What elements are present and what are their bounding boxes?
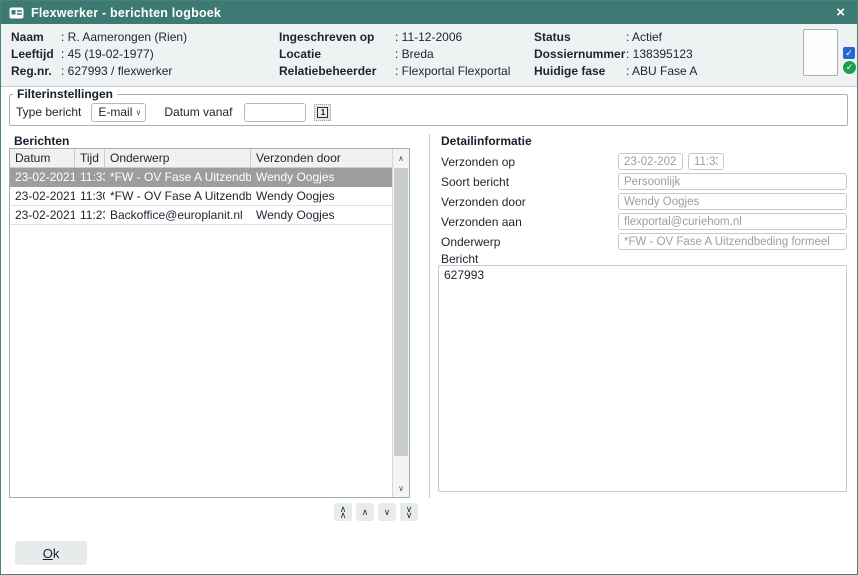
cell-tijd: 11:30	[75, 187, 105, 205]
locatie-label: Locatie	[279, 47, 395, 61]
verzonden-door-label: Verzonden door	[441, 195, 526, 209]
naam-label: Naam	[11, 30, 61, 44]
bericht-textarea[interactable]: 627993	[438, 265, 847, 492]
filter-row: Type bericht E-mail ∨ Datum vanaf 1	[10, 101, 847, 123]
close-icon[interactable]: ×	[832, 1, 849, 24]
cell-onderwerp: *FW - OV Fase A Uitzendb...	[105, 168, 251, 186]
filter-fieldset: Filterinstellingen Type bericht E-mail ∨…	[9, 87, 848, 126]
column-header-tijd[interactable]: Tijd	[75, 149, 105, 167]
titlebar: Flexwerker - berichten logboek ×	[1, 1, 857, 24]
double-chevron-up-icon: ∧	[340, 512, 347, 518]
chevron-down-icon: ∨	[136, 108, 142, 117]
cell-datum: 23-02-2021	[10, 187, 75, 205]
cell-datum: 23-02-2021	[10, 206, 75, 224]
checked-checkbox[interactable]: ✓	[843, 47, 855, 59]
cell-tijd: 11:33	[75, 168, 105, 186]
scrollbar-thumb[interactable]	[394, 168, 408, 456]
verzonden-op-label: Verzonden op	[441, 155, 515, 169]
calendar-picker-button[interactable]: 1	[314, 104, 331, 121]
table-row[interactable]: 23-02-2021 11:33 *FW - OV Fase A Uitzend…	[10, 168, 409, 187]
ingeschreven-value: : 11-12-2006	[395, 30, 462, 44]
cell-verzonden-door: Wendy Oogjes	[251, 168, 409, 186]
nav-first-button[interactable]: ∧ ∧	[334, 503, 352, 521]
cell-verzonden-door: Wendy Oogjes	[251, 187, 409, 205]
record-navigation: ∧ ∧ ∧ ∨ ∨ ∨	[334, 503, 418, 521]
dossiernummer-value: : 138395123	[626, 47, 693, 61]
datum-vanaf-label: Datum vanaf	[164, 105, 232, 119]
nav-previous-button[interactable]: ∧	[356, 503, 374, 521]
verzonden-aan-label: Verzonden aan	[441, 215, 522, 229]
cell-onderwerp: *FW - OV Fase A Uitzendb...	[105, 187, 251, 205]
type-bericht-select[interactable]: E-mail ∨	[91, 103, 146, 122]
window-title: Flexwerker - berichten logboek	[31, 6, 221, 20]
soort-bericht-label: Soort bericht	[441, 175, 509, 189]
leeftijd-label: Leeftijd	[11, 47, 61, 61]
nav-last-button[interactable]: ∨ ∨	[400, 503, 418, 521]
berichten-table: Datum Tijd Onderwerp Verzonden door 23-0…	[9, 148, 410, 498]
dossiernummer-label: Dossiernummer	[534, 47, 626, 61]
table-row[interactable]: 23-02-2021 11:23 Backoffice@europlanit.n…	[10, 206, 409, 225]
filter-legend: Filterinstellingen	[13, 87, 117, 101]
vertical-scrollbar[interactable]: ∧ ∨	[392, 149, 409, 497]
panel-divider	[429, 134, 430, 498]
calendar-icon: 1	[317, 107, 328, 118]
ok-accesskey: O	[43, 546, 53, 561]
header-column-3: Status: Actief Dossiernummer: 138395123 …	[534, 30, 697, 81]
type-bericht-label: Type bericht	[16, 105, 81, 119]
column-header-verzonden-door[interactable]: Verzonden door	[251, 149, 409, 167]
double-chevron-down-icon: ∨	[406, 512, 413, 518]
regnr-label: Reg.nr.	[11, 64, 61, 78]
header-column-2: Ingeschreven op: 11-12-2006 Locatie: Bre…	[279, 30, 510, 81]
verzonden-door-input[interactable]	[618, 193, 847, 210]
cell-verzonden-door: Wendy Oogjes	[251, 206, 409, 224]
ok-button[interactable]: Ok	[15, 541, 87, 565]
column-header-datum[interactable]: Datum	[10, 149, 75, 167]
id-card-icon	[9, 7, 24, 19]
table-header: Datum Tijd Onderwerp Verzonden door	[10, 149, 409, 168]
naam-value: : R. Aamerongen (Rien)	[61, 30, 187, 44]
ok-rest: k	[53, 546, 60, 561]
datum-vanaf-input[interactable]	[244, 103, 306, 122]
chevron-down-icon: ∨	[384, 509, 391, 515]
cell-tijd: 11:23	[75, 206, 105, 224]
onderwerp-input[interactable]	[618, 233, 847, 250]
verzonden-op-date-input[interactable]	[618, 153, 683, 170]
verzonden-aan-input[interactable]	[618, 213, 847, 230]
berichten-title: Berichten	[14, 134, 69, 148]
chevron-up-icon: ∧	[362, 509, 369, 515]
detail-title: Detailinformatie	[441, 134, 532, 148]
scroll-down-icon[interactable]: ∨	[393, 479, 409, 497]
header-column-1: Naam: R. Aamerongen (Rien) Leeftijd: 45 …	[11, 30, 187, 81]
cell-onderwerp: Backoffice@europlanit.nl	[105, 206, 251, 224]
relatiebeheerder-label: Relatiebeheerder	[279, 64, 395, 78]
photo-placeholder	[803, 29, 838, 76]
ingeschreven-label: Ingeschreven op	[279, 30, 395, 44]
verzonden-op-time-input[interactable]	[688, 153, 724, 170]
type-bericht-selected-value: E-mail	[98, 105, 132, 119]
table-row[interactable]: 23-02-2021 11:30 *FW - OV Fase A Uitzend…	[10, 187, 409, 206]
cell-datum: 23-02-2021	[10, 168, 75, 186]
soort-bericht-input[interactable]	[618, 173, 847, 190]
locatie-value: : Breda	[395, 47, 434, 61]
nav-next-button[interactable]: ∨	[378, 503, 396, 521]
bericht-label: Bericht	[441, 252, 478, 266]
onderwerp-label: Onderwerp	[441, 235, 500, 249]
status-value: : Actief	[626, 30, 662, 44]
column-header-onderwerp[interactable]: Onderwerp	[105, 149, 251, 167]
status-label: Status	[534, 30, 626, 44]
flexworker-header: Naam: R. Aamerongen (Rien) Leeftijd: 45 …	[1, 24, 857, 87]
relatiebeheerder-value: : Flexportal Flexportal	[395, 64, 510, 78]
leeftijd-value: : 45 (19-02-1977)	[61, 47, 154, 61]
status-ok-icon: ✓	[843, 61, 856, 74]
regnr-value: : 627993 / flexwerker	[61, 64, 172, 78]
huidige-fase-label: Huidige fase	[534, 64, 626, 78]
huidige-fase-value: : ABU Fase A	[626, 64, 697, 78]
dialog-window: Flexwerker - berichten logboek × Naam: R…	[0, 0, 858, 575]
scroll-up-icon[interactable]: ∧	[393, 149, 409, 167]
